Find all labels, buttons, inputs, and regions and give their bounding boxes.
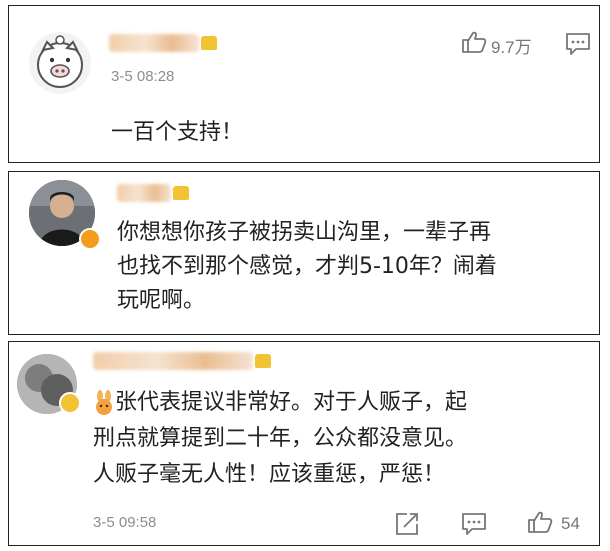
- comment-text: 一百个支持！: [111, 120, 244, 145]
- username-redacted[interactable]: [117, 184, 171, 202]
- username-redacted[interactable]: [93, 352, 253, 370]
- pig-avatar[interactable]: [29, 32, 91, 94]
- thumbs-up-icon[interactable]: [527, 510, 553, 534]
- pig-face-icon: [37, 35, 83, 88]
- comment-card-1: 3-5 08:28 一百个支持！ 9.7万: [8, 5, 600, 163]
- comment-time: 3-5 09:58: [93, 514, 157, 531]
- verified-v-icon: [59, 392, 81, 414]
- member-crown-icon: [201, 36, 217, 50]
- bunny-emoji-icon: [96, 390, 112, 415]
- comment-card-2: 你想想你孩子被拐卖山沟里，一辈子再 也找不到那个感觉，才判5-10年？闹着 玩呢…: [8, 171, 600, 335]
- comment-text-line-1: 张代表提议非常好。对于人贩子，起: [115, 390, 468, 415]
- member-crown-icon: [255, 354, 271, 368]
- comment-text-line-3: 人贩子毫无人性！应该重惩，严惩！: [93, 462, 446, 487]
- reply-comment-icon[interactable]: [461, 512, 487, 536]
- like-count: 9.7万: [491, 38, 532, 57]
- comment-card-3: 张代表提议非常好。对于人贩子，起 刑点就算提到二十年，公众都没意见。 人贩子毫无…: [8, 341, 600, 546]
- comment-text-line-2: 也找不到那个感觉，才判5-10年？闹着: [117, 254, 497, 279]
- comment-time: 3-5 08:28: [111, 68, 175, 85]
- comment-text-line-1: 你想想你孩子被拐卖山沟里，一辈子再: [117, 220, 492, 245]
- comment-text-line-3: 玩呢啊。: [117, 288, 206, 313]
- member-crown-icon: [173, 186, 189, 200]
- like-count: 54: [561, 514, 580, 533]
- username-redacted[interactable]: [109, 34, 199, 52]
- verified-v-icon: [79, 228, 101, 250]
- comment-text-line-2: 刑点就算提到二十年，公众都没意见。: [93, 426, 468, 451]
- share-icon[interactable]: [395, 512, 419, 536]
- reply-comment-icon[interactable]: [565, 32, 591, 56]
- thumbs-up-icon[interactable]: [461, 30, 487, 54]
